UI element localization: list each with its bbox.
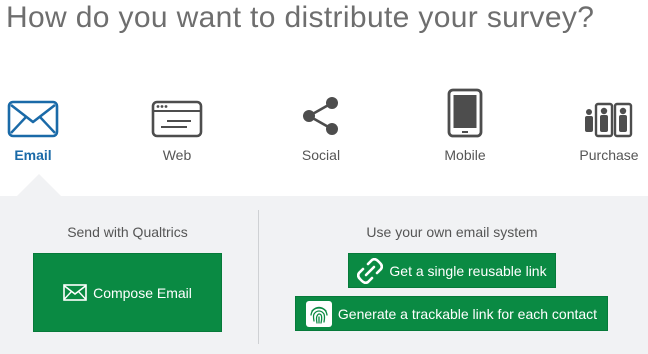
share-icon: [266, 86, 376, 138]
distribution-page: How do you want to distribute your surve…: [0, 0, 648, 354]
option-mobile[interactable]: Mobile: [410, 86, 520, 163]
option-email[interactable]: Email: [0, 86, 88, 163]
option-web[interactable]: Web: [122, 86, 232, 163]
envelope-icon: [63, 284, 87, 301]
option-mobile-label: Mobile: [444, 147, 486, 163]
send-with-qualtrics-heading: Send with Qualtrics: [67, 224, 188, 240]
option-purchase[interactable]: Purchase: [554, 86, 648, 163]
option-web-label: Web: [162, 147, 192, 163]
fingerprint-icon: [305, 300, 332, 327]
option-purchase-label: Purchase: [579, 147, 639, 163]
panel-divider: [258, 210, 259, 344]
panel-pointer: [17, 174, 61, 196]
option-social-label: Social: [301, 147, 341, 163]
browser-window-icon: [122, 86, 232, 138]
compose-email-button[interactable]: Compose Email: [33, 253, 222, 332]
tablet-icon: [410, 86, 520, 138]
link-icon: [357, 257, 384, 284]
page-title: How do you want to distribute your surve…: [6, 1, 595, 34]
own-email-system-heading: Use your own email system: [366, 224, 538, 240]
reusable-link-label: Get a single reusable link: [389, 262, 547, 279]
envelope-icon: [0, 86, 88, 138]
compose-email-label: Compose Email: [93, 284, 192, 301]
trackable-link-button[interactable]: Generate a trackable link for each conta…: [295, 296, 608, 331]
option-email-label: Email: [14, 147, 52, 163]
trackable-link-label: Generate a trackable link for each conta…: [337, 305, 598, 322]
reusable-link-button[interactable]: Get a single reusable link: [348, 253, 556, 288]
people-icon: [554, 86, 648, 138]
option-social[interactable]: Social: [266, 86, 376, 163]
